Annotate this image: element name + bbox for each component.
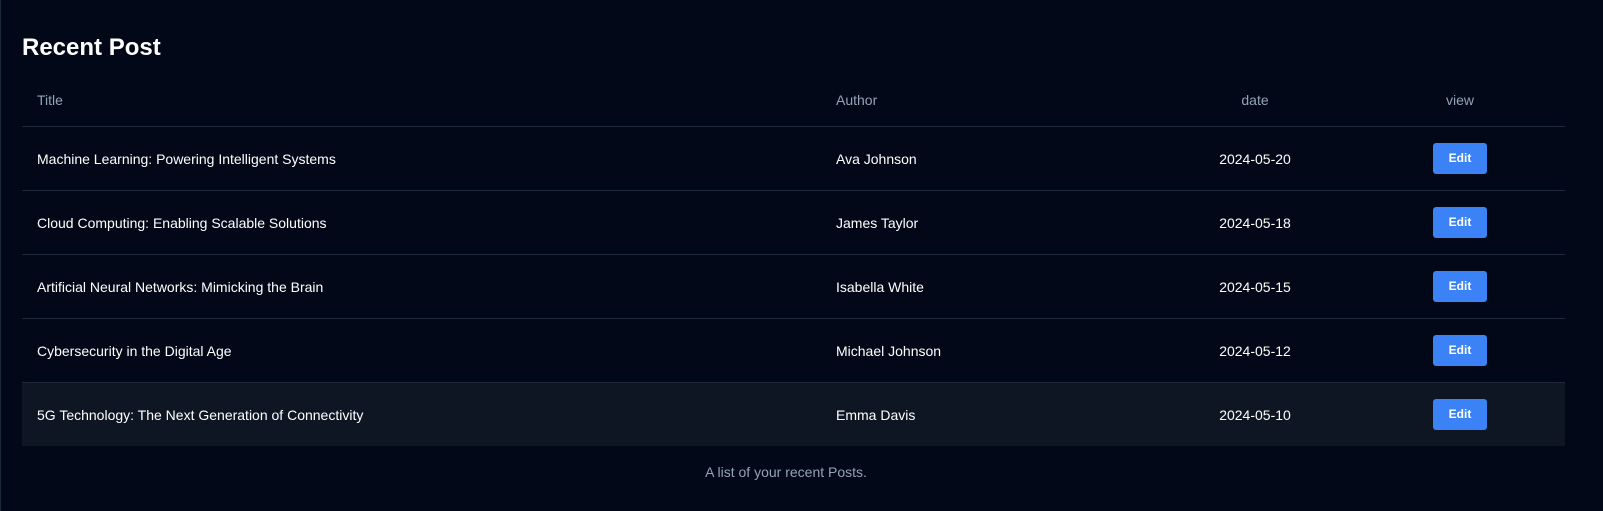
post-title: Cloud Computing: Enabling Scalable Solut… — [22, 190, 836, 255]
posts-table: Title Author date view Machine Learning:… — [22, 74, 1565, 446]
view-cell: Edit — [1355, 254, 1565, 319]
edit-button[interactable]: Edit — [1433, 207, 1487, 238]
post-date: 2024-05-20 — [1155, 126, 1355, 191]
edit-button[interactable]: Edit — [1433, 143, 1487, 174]
post-date: 2024-05-10 — [1155, 382, 1355, 446]
column-header-date: date — [1155, 74, 1355, 127]
post-author: Isabella White — [836, 254, 1155, 319]
column-header-author: Author — [836, 74, 1155, 127]
post-title: Cybersecurity in the Digital Age — [22, 318, 836, 383]
table-row: Machine Learning: Powering Intelligent S… — [22, 126, 1565, 191]
view-cell: Edit — [1355, 126, 1565, 191]
post-title: Artificial Neural Networks: Mimicking th… — [22, 254, 836, 319]
edit-button[interactable]: Edit — [1433, 271, 1487, 302]
post-title: 5G Technology: The Next Generation of Co… — [22, 382, 836, 446]
post-date: 2024-05-12 — [1155, 318, 1355, 383]
post-title: Machine Learning: Powering Intelligent S… — [22, 126, 836, 191]
view-cell: Edit — [1355, 382, 1565, 446]
table-caption: A list of your recent Posts. — [705, 464, 867, 480]
post-author: Michael Johnson — [836, 318, 1155, 383]
post-author: Ava Johnson — [836, 126, 1155, 191]
app-frame: Recent Post Title Author date view Machi… — [0, 0, 1603, 511]
page-title: Recent Post — [22, 34, 161, 61]
post-date: 2024-05-15 — [1155, 254, 1355, 319]
edit-button[interactable]: Edit — [1433, 399, 1487, 430]
post-author: Emma Davis — [836, 382, 1155, 446]
recent-posts-panel: Recent Post Title Author date view Machi… — [22, 22, 1565, 480]
header-row: Title Author date view — [22, 74, 1565, 127]
table-row: Cybersecurity in the Digital Age Michael… — [22, 318, 1565, 383]
edit-button[interactable]: Edit — [1433, 335, 1487, 366]
table-body: Machine Learning: Powering Intelligent S… — [22, 126, 1565, 446]
table-row: Cloud Computing: Enabling Scalable Solut… — [22, 190, 1565, 255]
table-header: Title Author date view — [22, 74, 1565, 127]
table-row: Artificial Neural Networks: Mimicking th… — [22, 254, 1565, 319]
column-header-title: Title — [22, 74, 836, 127]
column-header-view: view — [1355, 74, 1565, 127]
table-row: 5G Technology: The Next Generation of Co… — [22, 382, 1565, 446]
view-cell: Edit — [1355, 318, 1565, 383]
post-date: 2024-05-18 — [1155, 190, 1355, 255]
post-author: James Taylor — [836, 190, 1155, 255]
view-cell: Edit — [1355, 190, 1565, 255]
